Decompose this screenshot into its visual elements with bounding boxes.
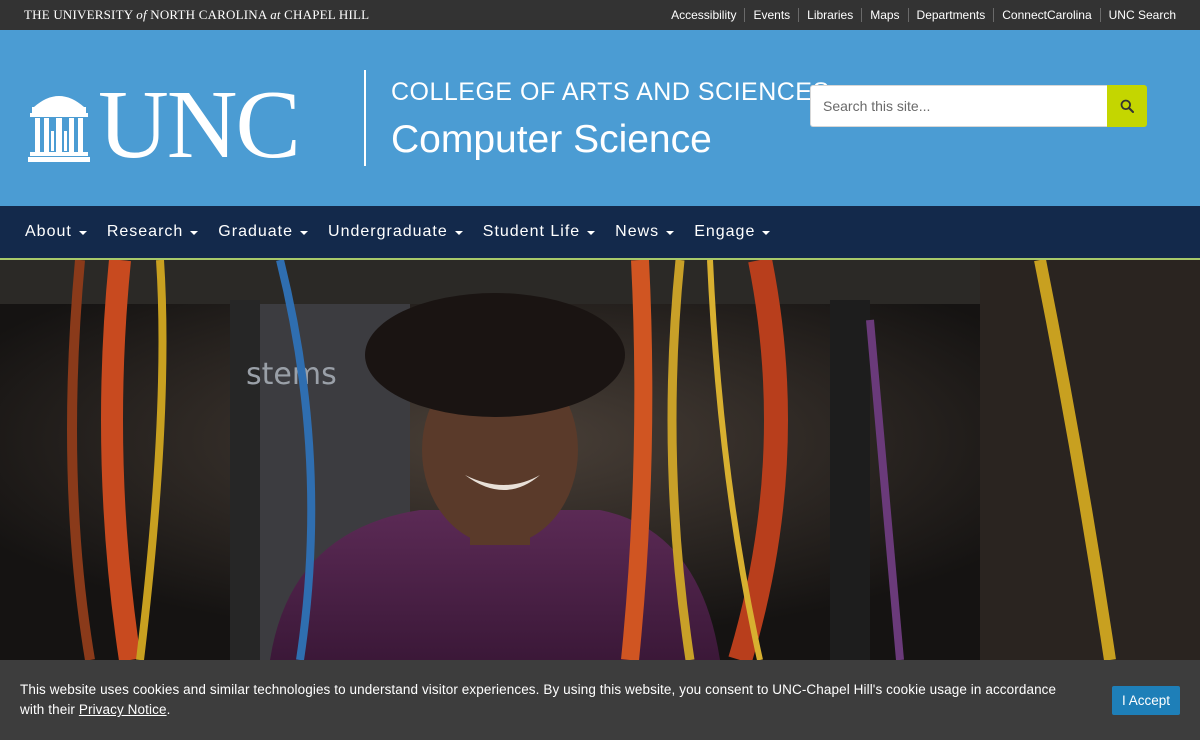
link-unc-search[interactable]: UNC Search <box>1099 8 1176 22</box>
caret-down-icon <box>666 231 675 235</box>
old-well-icon <box>28 96 90 162</box>
cookie-banner: This website uses cookies and similar te… <box>0 660 1200 740</box>
hero-image: stems <box>0 260 1200 660</box>
site-search <box>810 85 1147 127</box>
department-name[interactable]: Computer Science <box>391 118 712 162</box>
unc-logo[interactable]: UNC <box>28 71 301 179</box>
nav-item-engage[interactable]: Engage <box>694 223 771 241</box>
utility-bar: THE UNIVERSITY of NORTH CAROLINA at CHAP… <box>0 0 1200 30</box>
privacy-notice-link[interactable]: Privacy Notice <box>79 702 167 717</box>
cookie-message: This website uses cookies and similar te… <box>20 682 1057 717</box>
nav-item-news[interactable]: News <box>615 223 675 241</box>
link-events[interactable]: Events <box>744 8 798 22</box>
main-nav: About Research Graduate Undergraduate St… <box>0 206 1200 260</box>
utility-links: Accessibility Events Libraries Maps Depa… <box>663 8 1176 22</box>
search-icon <box>1120 99 1134 113</box>
nav-item-about[interactable]: About <box>25 223 87 241</box>
header-divider <box>364 70 366 166</box>
hero-illustration: stems <box>0 260 1200 660</box>
link-departments[interactable]: Departments <box>907 8 994 22</box>
nav-item-student-life[interactable]: Student Life <box>483 223 596 241</box>
unc-logo-text: UNC <box>98 71 301 179</box>
caret-down-icon <box>587 231 596 235</box>
university-wordmark[interactable]: THE UNIVERSITY of NORTH CAROLINA at CHAP… <box>24 7 369 23</box>
caret-down-icon <box>190 231 199 235</box>
caret-down-icon <box>454 231 463 235</box>
caret-down-icon <box>300 231 309 235</box>
accept-cookies-button[interactable]: I Accept <box>1111 686 1180 715</box>
nav-item-graduate[interactable]: Graduate <box>218 223 309 241</box>
caret-down-icon <box>78 231 87 235</box>
link-libraries[interactable]: Libraries <box>798 8 861 22</box>
hero-sign-text: stems <box>246 357 337 392</box>
link-accessibility[interactable]: Accessibility <box>663 8 744 22</box>
search-input[interactable] <box>810 85 1107 127</box>
site-header: UNC COLLEGE OF ARTS AND SCIENCES Compute… <box>0 30 1200 206</box>
college-name[interactable]: COLLEGE OF ARTS AND SCIENCES <box>391 78 830 107</box>
search-button[interactable] <box>1107 85 1147 127</box>
nav-item-undergraduate[interactable]: Undergraduate <box>328 223 463 241</box>
link-connectcarolina[interactable]: ConnectCarolina <box>993 8 1099 22</box>
link-maps[interactable]: Maps <box>861 8 907 22</box>
caret-down-icon <box>762 231 771 235</box>
nav-item-research[interactable]: Research <box>107 223 199 241</box>
